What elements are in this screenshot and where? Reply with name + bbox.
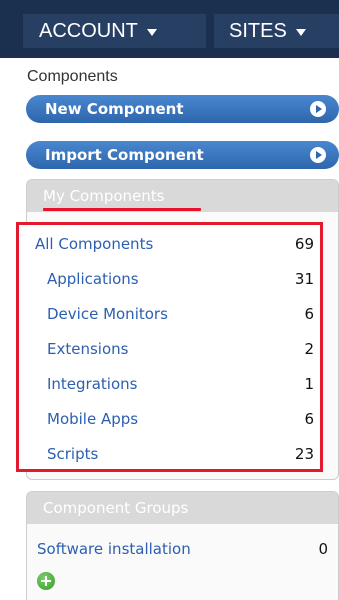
plus-circle-icon[interactable]: [37, 572, 55, 590]
category-count: 6: [304, 410, 314, 428]
component-groups-header: Component Groups: [27, 492, 338, 524]
import-component-button[interactable]: Import Component: [26, 141, 339, 169]
category-mobile-apps[interactable]: Mobile Apps 6: [19, 402, 320, 436]
component-groups-panel: Component Groups Software installation 0: [26, 491, 339, 600]
component-groups-title: Component Groups: [43, 499, 189, 517]
sites-menu-label: SITES: [229, 20, 287, 42]
category-label: Extensions: [47, 340, 129, 358]
new-component-label: New Component: [45, 100, 184, 118]
category-count: 23: [294, 445, 314, 463]
category-label: Scripts: [47, 445, 99, 463]
category-label: Mobile Apps: [47, 410, 139, 428]
new-component-button[interactable]: New Component: [26, 95, 339, 123]
category-scripts[interactable]: Scripts 23: [19, 437, 320, 471]
category-integrations[interactable]: Integrations 1: [19, 367, 320, 401]
sites-menu[interactable]: SITES: [214, 14, 339, 48]
component-category-list: All Components 69 Applications 31 Device…: [16, 222, 323, 472]
category-device-monitors[interactable]: Device Monitors 6: [19, 297, 320, 331]
top-navigation-bar: ACCOUNT SITES: [0, 0, 339, 58]
account-menu-label: ACCOUNT: [39, 20, 138, 42]
category-count: 6: [304, 305, 314, 323]
category-count: 2: [304, 340, 314, 358]
arrow-right-circle-icon: [310, 101, 326, 117]
category-count: 31: [294, 270, 314, 288]
category-label: Applications: [47, 270, 139, 288]
category-label: Device Monitors: [47, 305, 168, 323]
my-components-header: My Components: [27, 180, 338, 212]
group-software-installation[interactable]: Software installation 0: [37, 540, 328, 558]
active-underline: [43, 208, 201, 211]
chevron-down-icon: [295, 29, 306, 36]
category-applications[interactable]: Applications 31: [19, 262, 320, 296]
chevron-down-icon: [146, 29, 157, 36]
category-extensions[interactable]: Extensions 2: [19, 332, 320, 366]
group-count: 0: [318, 540, 328, 558]
category-count: 69: [294, 235, 314, 253]
category-all-components[interactable]: All Components 69: [19, 227, 320, 261]
category-count: 1: [304, 375, 314, 393]
my-components-title: My Components: [43, 187, 165, 205]
arrow-right-circle-icon: [310, 147, 326, 163]
import-component-label: Import Component: [45, 146, 204, 164]
account-menu[interactable]: ACCOUNT: [23, 14, 206, 48]
components-section-title: Components: [27, 68, 118, 85]
category-label: All Components: [35, 235, 154, 253]
group-label: Software installation: [37, 540, 191, 558]
category-label: Integrations: [47, 375, 138, 393]
